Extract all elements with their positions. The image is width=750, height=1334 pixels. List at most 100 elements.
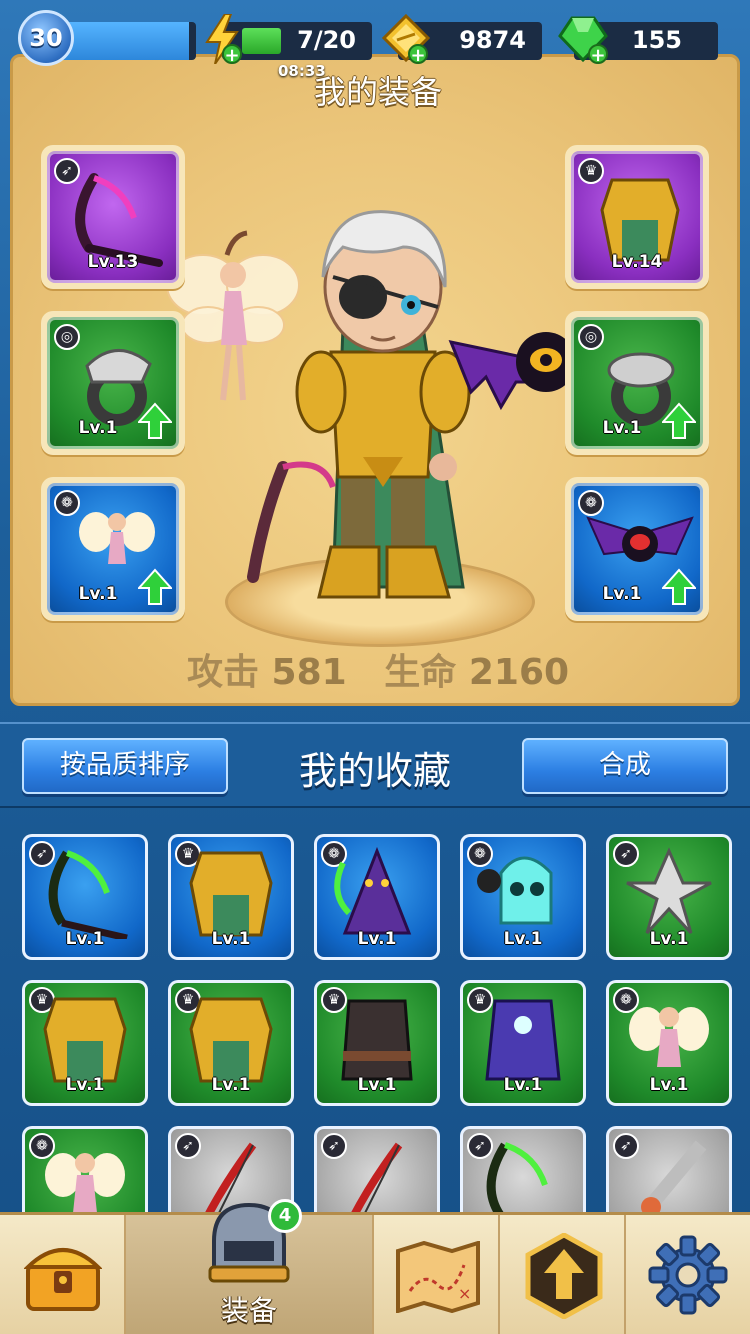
item-level: Lv.1	[211, 1075, 251, 1095]
collection-item[interactable]: ❁ Lv.1	[606, 980, 732, 1106]
energy-icon[interactable]: +	[204, 14, 242, 66]
nav-equipment[interactable]: 4 装备	[126, 1199, 374, 1334]
item-frame: ♛ Lv.1	[317, 983, 437, 1103]
upgrade-arrow-icon	[525, 1233, 603, 1319]
item-level: Lv.1	[65, 929, 105, 949]
item-level: Lv.1	[357, 929, 397, 949]
slot-frame: ❁ Lv.1	[571, 483, 703, 615]
slot-level: Lv.1	[78, 584, 118, 604]
svg-text:×: ×	[458, 1284, 471, 1303]
collection-header: 按品质排序 我的收藏 合成	[0, 722, 750, 808]
item-frame: ➶	[317, 1129, 437, 1216]
golden-armor-icon	[189, 997, 273, 1083]
item-frame: ♛ Lv.1	[463, 983, 583, 1103]
pet-slot-2[interactable]: ❁ Lv.1	[565, 477, 709, 621]
golden-armor-icon	[43, 997, 127, 1083]
collection-item[interactable]: ➶	[460, 1126, 586, 1216]
collection-item[interactable]: ♛ Lv.1	[460, 980, 586, 1106]
item-level: Lv.1	[211, 929, 251, 949]
gold-icon[interactable]: +	[382, 14, 430, 66]
fairy-pet-icon	[45, 1153, 125, 1213]
ghost-pet-icon	[477, 856, 553, 925]
collection-item[interactable]: ♛ Lv.1	[168, 834, 294, 960]
xp-bar	[58, 22, 196, 60]
ring-slot[interactable]: ◎ Lv.1	[41, 311, 185, 455]
slot-level: Lv.1	[78, 418, 118, 438]
spiked-sword-icon	[641, 1140, 707, 1216]
add-energy-icon[interactable]: +	[222, 44, 242, 66]
item-frame: ➶ Lv.1	[609, 837, 729, 957]
item-frame: ❁ Lv.1	[317, 837, 437, 957]
slot-frame: ❁ Lv.1	[47, 483, 179, 615]
energy-counter[interactable]: 7/20	[222, 22, 372, 60]
item-frame: ♛ Lv.1	[171, 983, 291, 1103]
item-frame: ❁ Lv.1	[609, 983, 729, 1103]
gold-value: 9874	[459, 26, 526, 54]
collection-item[interactable]: ♛ Lv.1	[22, 980, 148, 1106]
item-frame: ♛ Lv.1	[171, 837, 291, 957]
red-bow-icon	[349, 1142, 403, 1216]
bottom-navigation: 4 装备 ×	[0, 1199, 750, 1334]
player-level-badge[interactable]: 30	[18, 10, 74, 66]
fairy-pet-icon	[629, 1007, 709, 1067]
hero-stats: 攻击 581 生命 2160	[13, 643, 743, 695]
resource-bar: 30 7/20 + 9874 + 155 +	[0, 0, 750, 72]
item-frame: ➶ Lv.1	[25, 837, 145, 957]
bow-slot[interactable]: ➶ Lv.13	[41, 145, 185, 289]
item-level: Lv.1	[649, 1075, 689, 1095]
collection-item[interactable]: ➶ Lv.1	[606, 834, 732, 960]
slot-frame: ♛ Lv.14	[571, 151, 703, 283]
game-screen: 30 7/20 + 9874 + 155 + 08:33 我的装备 ➶ Lv.1…	[0, 0, 750, 1334]
collection-item[interactable]: ❁	[22, 1126, 148, 1216]
collection-item[interactable]: ♛ Lv.1	[168, 980, 294, 1106]
attack-label: 攻击	[186, 652, 259, 693]
slot-frame: ◎ Lv.1	[47, 317, 179, 449]
gear-icon	[648, 1235, 728, 1315]
green-scythe-icon	[48, 850, 128, 939]
paw-icon: ❁	[54, 490, 80, 516]
collection-item[interactable]: ♛ Lv.1	[314, 980, 440, 1106]
gem-icon[interactable]: +	[558, 14, 608, 66]
nav-map[interactable]: ×	[374, 1215, 500, 1334]
equipment-title: 我的装备	[313, 73, 442, 111]
golden-armor-icon	[189, 851, 273, 937]
collection-item[interactable]: ➶	[606, 1126, 732, 1216]
slot-frame: ◎ Lv.1	[571, 317, 703, 449]
player-level: 30	[29, 24, 63, 52]
energy-value: 7/20	[297, 26, 356, 54]
collection-grid: ➶ Lv.1 ♛ Lv.1 ❁ Lv.1 ❁ Lv.1 ➶ Lv.1 ♛ Lv.1 ♛ Lv.1 ♛ Lv.1…	[0, 812, 750, 1216]
map-icon: ×	[396, 1241, 480, 1313]
add-gold-icon[interactable]: +	[408, 44, 428, 66]
nav-talents[interactable]	[500, 1215, 626, 1334]
collection-item[interactable]: ➶ Lv.1	[22, 834, 148, 960]
reaper-pet-icon	[334, 846, 412, 935]
equipment-badge: 4	[268, 1199, 302, 1233]
collection-item[interactable]: ❁ Lv.1	[314, 834, 440, 960]
armor-slot[interactable]: ♛ Lv.14	[565, 145, 709, 289]
attack-value: 581	[271, 652, 347, 693]
pet-slot[interactable]: ❁ Lv.1	[41, 477, 185, 621]
hp-value: 2160	[468, 652, 570, 693]
item-frame: ❁	[25, 1129, 145, 1216]
item-frame: ♛ Lv.1	[25, 983, 145, 1103]
nav-equipment-label: 装备	[220, 1294, 277, 1327]
green-scythe-icon	[486, 1142, 548, 1216]
item-frame: ➶	[463, 1129, 583, 1216]
add-gem-icon[interactable]: +	[588, 44, 608, 66]
item-frame: ➶	[609, 1129, 729, 1216]
ring-slot-2[interactable]: ◎ Lv.1	[565, 311, 709, 455]
nav-settings[interactable]	[626, 1215, 750, 1334]
item-level: Lv.1	[65, 1075, 105, 1095]
nav-shop[interactable]	[0, 1215, 126, 1334]
merge-button[interactable]: 合成	[522, 738, 728, 794]
item-level: Lv.1	[357, 1075, 397, 1095]
slot-level: Lv.13	[87, 252, 139, 272]
slot-level: Lv.14	[611, 252, 663, 272]
item-level: Lv.1	[649, 929, 689, 949]
energy-bar	[242, 28, 281, 54]
boomerang-icon	[626, 847, 712, 935]
slot-level: Lv.1	[602, 418, 642, 438]
collection-item[interactable]: ➶	[314, 1126, 440, 1216]
treasure-chest-icon	[24, 1248, 102, 1311]
collection-item[interactable]: ❁ Lv.1	[460, 834, 586, 960]
